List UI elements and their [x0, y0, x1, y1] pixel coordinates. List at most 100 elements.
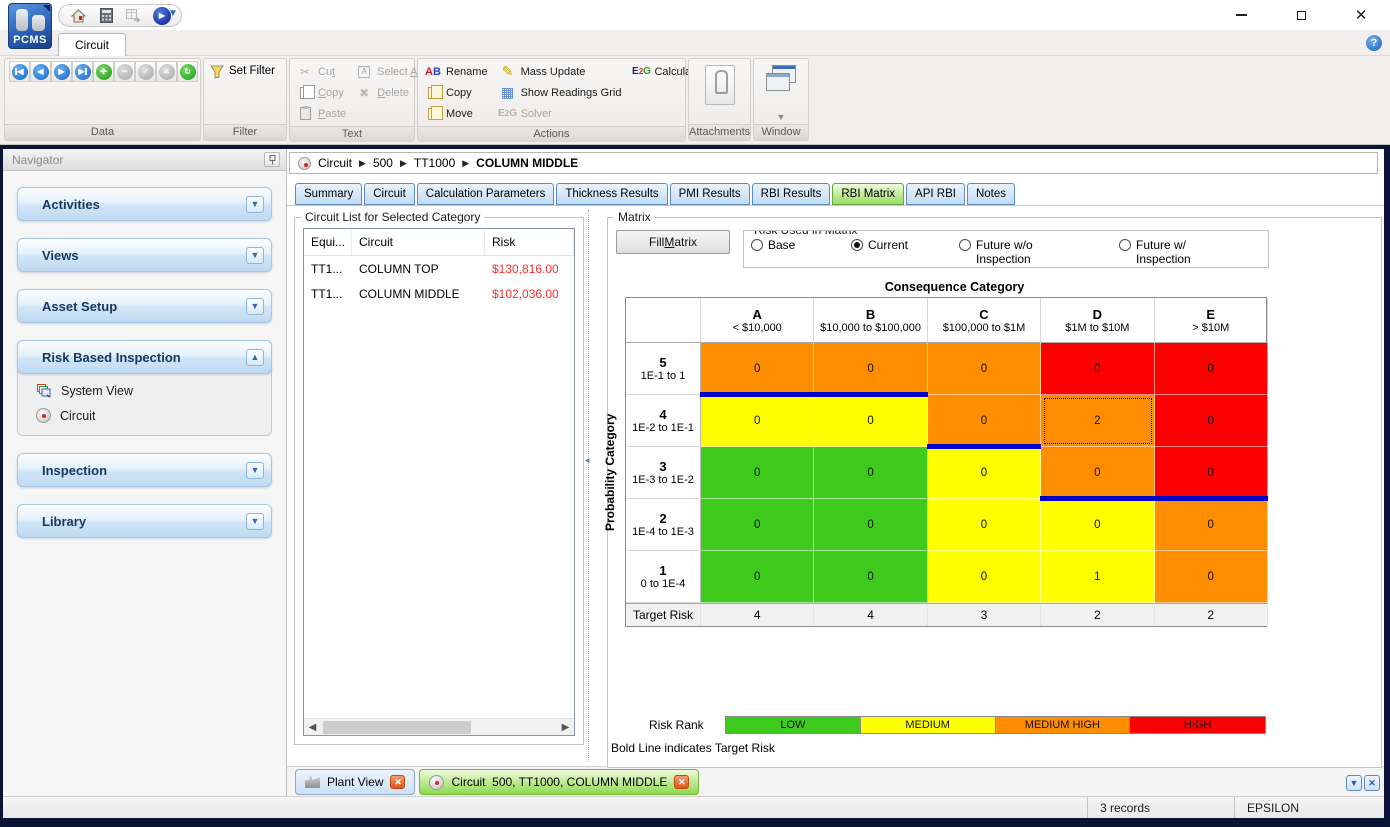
tab-thickness-results[interactable]: Thickness Results — [556, 183, 667, 205]
scroll-right-icon[interactable]: ▶ — [557, 722, 574, 733]
horizontal-scrollbar[interactable]: ◀ ▶ — [304, 718, 574, 735]
sidebar-section-library[interactable]: Library▼ — [17, 504, 272, 538]
minimize-button[interactable] — [1230, 5, 1252, 25]
matrix-cell-D4[interactable]: 2 — [1041, 395, 1154, 447]
close-tab-icon[interactable]: ✕ — [390, 775, 405, 789]
matrix-cell-E4[interactable]: 0 — [1155, 395, 1268, 447]
radio-button-icon[interactable] — [959, 239, 971, 251]
tab-list-dropdown-icon[interactable]: ▼ — [1346, 775, 1362, 791]
pin-icon[interactable] — [264, 152, 280, 167]
text-item-cut[interactable]: ✂Cut — [294, 61, 349, 82]
breadcrumb-segment[interactable]: Circuit — [318, 156, 352, 170]
sidebar-section-views[interactable]: Views▼ — [17, 238, 272, 272]
matrix-cell-A5[interactable]: 0 — [701, 343, 814, 395]
matrix-cell-C5[interactable]: 0 — [928, 343, 1041, 395]
text-item-copy[interactable]: Copy — [294, 82, 349, 103]
tab-api-rbi[interactable]: API RBI — [906, 183, 965, 205]
matrix-cell-E3[interactable]: 0 — [1155, 447, 1268, 499]
window-dropdown-icon[interactable]: ▼ — [777, 112, 786, 122]
matrix-cell-A2[interactable]: 0 — [701, 499, 814, 551]
radio-future-w-[interactable]: Future w/Inspection — [1119, 238, 1259, 266]
matrix-cell-B3[interactable]: 0 — [814, 447, 927, 499]
chevron-down-icon[interactable]: ▼ — [246, 196, 264, 213]
matrix-cell-A1[interactable]: 0 — [701, 551, 814, 603]
table-row[interactable]: TT1...COLUMN TOP$130,816.00 — [304, 256, 574, 281]
matrix-cell-A4[interactable]: 0 — [701, 395, 814, 447]
fill-matrix-button[interactable]: Fill Matrix — [616, 230, 730, 254]
set-filter-button[interactable]: Set Filter — [208, 61, 277, 122]
radio-button-icon[interactable] — [851, 239, 863, 251]
column-header-equi[interactable]: Equi... — [304, 229, 352, 255]
refresh-button[interactable]: ↻ — [177, 61, 198, 82]
matrix-cell-E1[interactable]: 0 — [1155, 551, 1268, 603]
home-icon[interactable] — [69, 7, 87, 25]
scrollbar-thumb[interactable] — [323, 721, 471, 734]
doc-tab-plant-view[interactable]: Plant View✕ — [295, 769, 415, 795]
matrix-cell-D1[interactable]: 1 — [1041, 551, 1154, 603]
text-item-delete[interactable]: ✖Delete — [353, 82, 425, 103]
actions-item-copy[interactable]: Copy — [422, 82, 491, 103]
matrix-cell-B2[interactable]: 0 — [814, 499, 927, 551]
tab-calculation-parameters[interactable]: Calculation Parameters — [417, 183, 555, 205]
matrix-cell-C3[interactable]: 0 — [928, 447, 1041, 499]
column-header-risk[interactable]: Risk — [485, 229, 574, 255]
add-record-button[interactable]: ✚ — [93, 61, 114, 82]
matrix-cell-B5[interactable]: 0 — [814, 343, 927, 395]
matrix-cell-C4[interactable]: 0 — [928, 395, 1041, 447]
matrix-cell-C1[interactable]: 0 — [928, 551, 1041, 603]
move-last-button[interactable]: ▶ — [72, 61, 93, 82]
breadcrumb-segment[interactable]: COLUMN MIDDLE — [476, 156, 578, 170]
matrix-cell-D5[interactable]: 0 — [1041, 343, 1154, 395]
text-item-paste[interactable]: Paste — [294, 103, 349, 124]
radio-button-icon[interactable] — [1119, 239, 1131, 251]
column-header-circuit[interactable]: Circuit — [352, 229, 485, 255]
ribbon-tab-circuit[interactable]: Circuit — [58, 33, 126, 56]
tab-rbi-matrix[interactable]: RBI Matrix — [832, 183, 904, 205]
matrix-cell-D3[interactable]: 0 — [1041, 447, 1154, 499]
cancel-edit-button[interactable]: ✖ — [156, 61, 177, 82]
actions-item-mass-update[interactable]: ✎Mass Update — [497, 61, 625, 82]
matrix-cell-B1[interactable]: 0 — [814, 551, 927, 603]
export-grid-icon[interactable] — [125, 7, 143, 25]
calculator-icon[interactable] — [97, 7, 115, 25]
matrix-cell-A3[interactable]: 0 — [701, 447, 814, 499]
matrix-cell-D2[interactable]: 0 — [1041, 499, 1154, 551]
attachments-icon[interactable] — [705, 65, 735, 105]
actions-item-show-readings-grid[interactable]: ▦Show Readings Grid — [497, 82, 625, 103]
scroll-left-icon[interactable]: ◀ — [304, 722, 321, 733]
chevron-down-icon[interactable]: ▼ — [246, 298, 264, 315]
move-previous-button[interactable]: ◀ — [30, 61, 51, 82]
window-layout-icon[interactable] — [766, 65, 796, 91]
tab-pmi-results[interactable]: PMI Results — [670, 183, 750, 205]
actions-item-rename[interactable]: ABRename — [422, 61, 491, 82]
tab-circuit[interactable]: Circuit — [364, 183, 415, 205]
close-document-icon[interactable]: ✕ — [1364, 775, 1380, 791]
table-row[interactable]: TT1...COLUMN MIDDLE$102,036.00 — [304, 281, 574, 306]
commit-record-button[interactable]: ✔ — [135, 61, 156, 82]
radio-current[interactable]: Current — [851, 238, 959, 266]
tab-notes[interactable]: Notes — [967, 183, 1015, 205]
move-first-button[interactable]: ◀ — [9, 61, 30, 82]
sidebar-section-inspection[interactable]: Inspection▼ — [17, 453, 272, 487]
chevron-down-icon[interactable]: ▼ — [246, 513, 264, 530]
chevron-down-icon[interactable]: ▼ — [246, 462, 264, 479]
doc-tab-circuit[interactable]: Circuit 500, TT1000, COLUMN MIDDLE✕ — [419, 769, 699, 795]
restore-button[interactable] — [1290, 5, 1312, 25]
move-next-button[interactable]: ▶ — [51, 61, 72, 82]
actions-item-move[interactable]: Move — [422, 103, 491, 124]
matrix-cell-C2[interactable]: 0 — [928, 499, 1041, 551]
radio-base[interactable]: Base — [751, 238, 851, 266]
sidebar-section-risk-based-inspection[interactable]: Risk Based Inspection▲ — [17, 340, 272, 374]
help-icon[interactable]: ? — [1366, 35, 1382, 51]
text-item-select-all[interactable]: ASelect All — [353, 61, 425, 82]
chevron-up-icon[interactable]: ▲ — [246, 349, 264, 366]
nav-item-system-view[interactable]: System View — [36, 383, 271, 399]
actions-item-solver[interactable]: E2GSolver — [497, 103, 625, 124]
customize-qat-icon[interactable]: ▼ — [168, 8, 178, 19]
radio-button-icon[interactable] — [751, 239, 763, 251]
delete-record-button[interactable]: ━ — [114, 61, 135, 82]
close-tab-icon[interactable]: ✕ — [674, 775, 689, 789]
sidebar-section-asset-setup[interactable]: Asset Setup▼ — [17, 289, 272, 323]
matrix-cell-B4[interactable]: 0 — [814, 395, 927, 447]
app-menu-button[interactable]: PCMS — [8, 3, 52, 49]
